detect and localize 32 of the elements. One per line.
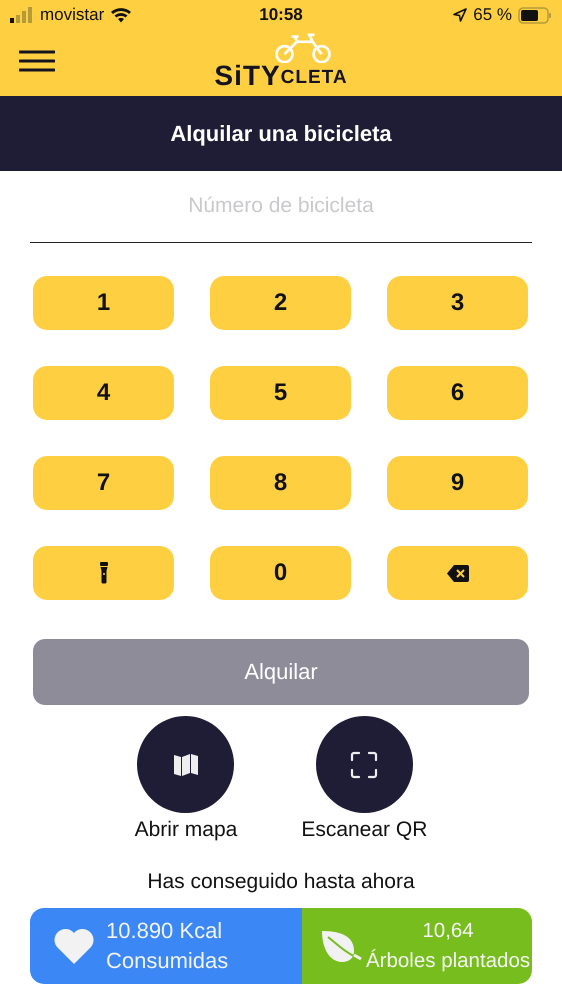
digit-key[interactable]: 6 xyxy=(387,366,528,420)
digit-key[interactable]: 7 xyxy=(33,456,174,510)
leaf-icon xyxy=(320,929,362,963)
action-label[interactable]: Abrir mapa xyxy=(134,818,238,842)
digit-key[interactable]: 3 xyxy=(387,276,528,330)
battery-icon xyxy=(518,6,552,24)
digit-key[interactable]: 5 xyxy=(210,366,351,420)
backspace-key[interactable] xyxy=(387,546,528,600)
stat-text: 10.890 Kcal Consumidas xyxy=(106,917,230,975)
clock: 10:58 xyxy=(259,5,303,24)
achievements-caption: Has conseguido hasta ahora xyxy=(146,870,416,894)
signal-icon xyxy=(10,7,34,23)
action-label[interactable]: Escanear QR xyxy=(301,818,428,842)
heart-icon xyxy=(54,928,94,964)
flashlight-icon xyxy=(100,562,108,584)
battery-percentage: 65 % xyxy=(473,5,512,25)
stat-text: 10,64 Árboles plantados xyxy=(366,918,530,974)
wifi-icon xyxy=(110,7,132,23)
menu-icon[interactable] xyxy=(19,50,55,72)
digit-key[interactable]: 0 xyxy=(210,546,351,600)
digit-key[interactable]: 1 xyxy=(33,276,174,330)
logo: SiTYCLETA xyxy=(214,35,348,91)
digit-key[interactable]: 2 xyxy=(210,276,351,330)
scan-frame-icon xyxy=(350,750,378,778)
digit-key[interactable]: 8 xyxy=(210,456,351,510)
digit-key[interactable]: 4 xyxy=(33,366,174,420)
digit-key[interactable]: 9 xyxy=(387,456,528,510)
map-icon xyxy=(172,752,199,778)
carrier-name: movistar xyxy=(40,5,104,25)
page-title: Alquilar una bicicleta xyxy=(170,120,392,146)
location-arrow-icon xyxy=(453,8,468,22)
backspace-icon xyxy=(446,564,468,582)
